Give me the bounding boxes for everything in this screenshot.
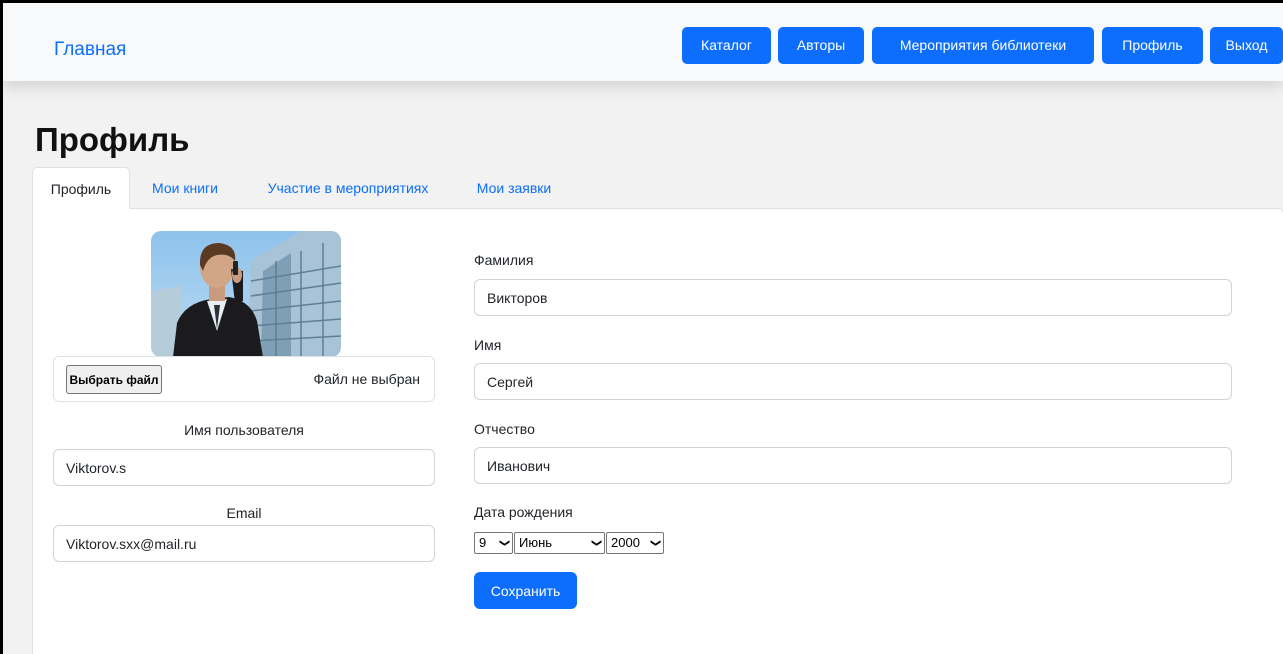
logout-button[interactable]: Выход <box>1210 27 1283 64</box>
username-field[interactable] <box>53 449 435 486</box>
surname-field[interactable] <box>474 279 1232 316</box>
profile-button[interactable]: Профиль <box>1102 27 1203 64</box>
birth-month-value: Июнь <box>519 535 553 550</box>
authors-button[interactable]: Авторы <box>778 27 864 64</box>
avatar-photo <box>151 231 341 357</box>
chevron-down-icon: ❯ <box>649 538 661 548</box>
patronymic-label: Отчество <box>474 421 535 437</box>
birth-day-value: 9 <box>479 535 487 550</box>
birthdate-label: Дата рождения <box>474 504 573 520</box>
top-navbar: Главная Каталог Авторы Мероприятия библи… <box>3 3 1283 81</box>
birth-year-select[interactable]: 2000 ❯ <box>606 532 664 554</box>
birth-day-select[interactable]: 9 ❯ <box>474 532 513 554</box>
username-label: Имя пользователя <box>184 422 304 438</box>
file-status-text: Файл не выбран <box>313 371 420 387</box>
catalog-button[interactable]: Каталог <box>682 27 771 64</box>
tab-my-requests[interactable]: Мои заявки <box>464 167 564 209</box>
library-events-button[interactable]: Мероприятия библиотеки <box>872 27 1094 64</box>
page-title: Профиль <box>35 121 190 158</box>
file-input: Выбрать файл Файл не выбран <box>53 356 435 402</box>
email-label: Email <box>226 505 262 521</box>
email-field[interactable] <box>53 525 435 562</box>
chevron-down-icon: ❯ <box>590 538 602 548</box>
tab-profile[interactable]: Профиль <box>32 167 130 209</box>
birth-month-select[interactable]: Июнь ❯ <box>514 532 605 554</box>
profile-card: Выбрать файл Файл не выбран Имя пользова… <box>32 208 1283 654</box>
avatar <box>151 231 341 357</box>
patronymic-field[interactable] <box>474 447 1232 484</box>
home-link[interactable]: Главная <box>54 39 126 61</box>
tab-my-books[interactable]: Мои книги <box>140 167 230 209</box>
chevron-down-icon: ❯ <box>498 538 510 548</box>
surname-label: Фамилия <box>474 252 534 268</box>
name-label: Имя <box>474 337 502 353</box>
name-field[interactable] <box>474 363 1232 400</box>
save-button[interactable]: Сохранить <box>474 572 577 609</box>
tab-events-participation[interactable]: Участие в мероприятиях <box>250 167 446 209</box>
choose-file-button[interactable]: Выбрать файл <box>66 365 162 394</box>
birth-year-value: 2000 <box>611 535 640 550</box>
app-frame: Главная Каталог Авторы Мероприятия библи… <box>0 0 1283 654</box>
